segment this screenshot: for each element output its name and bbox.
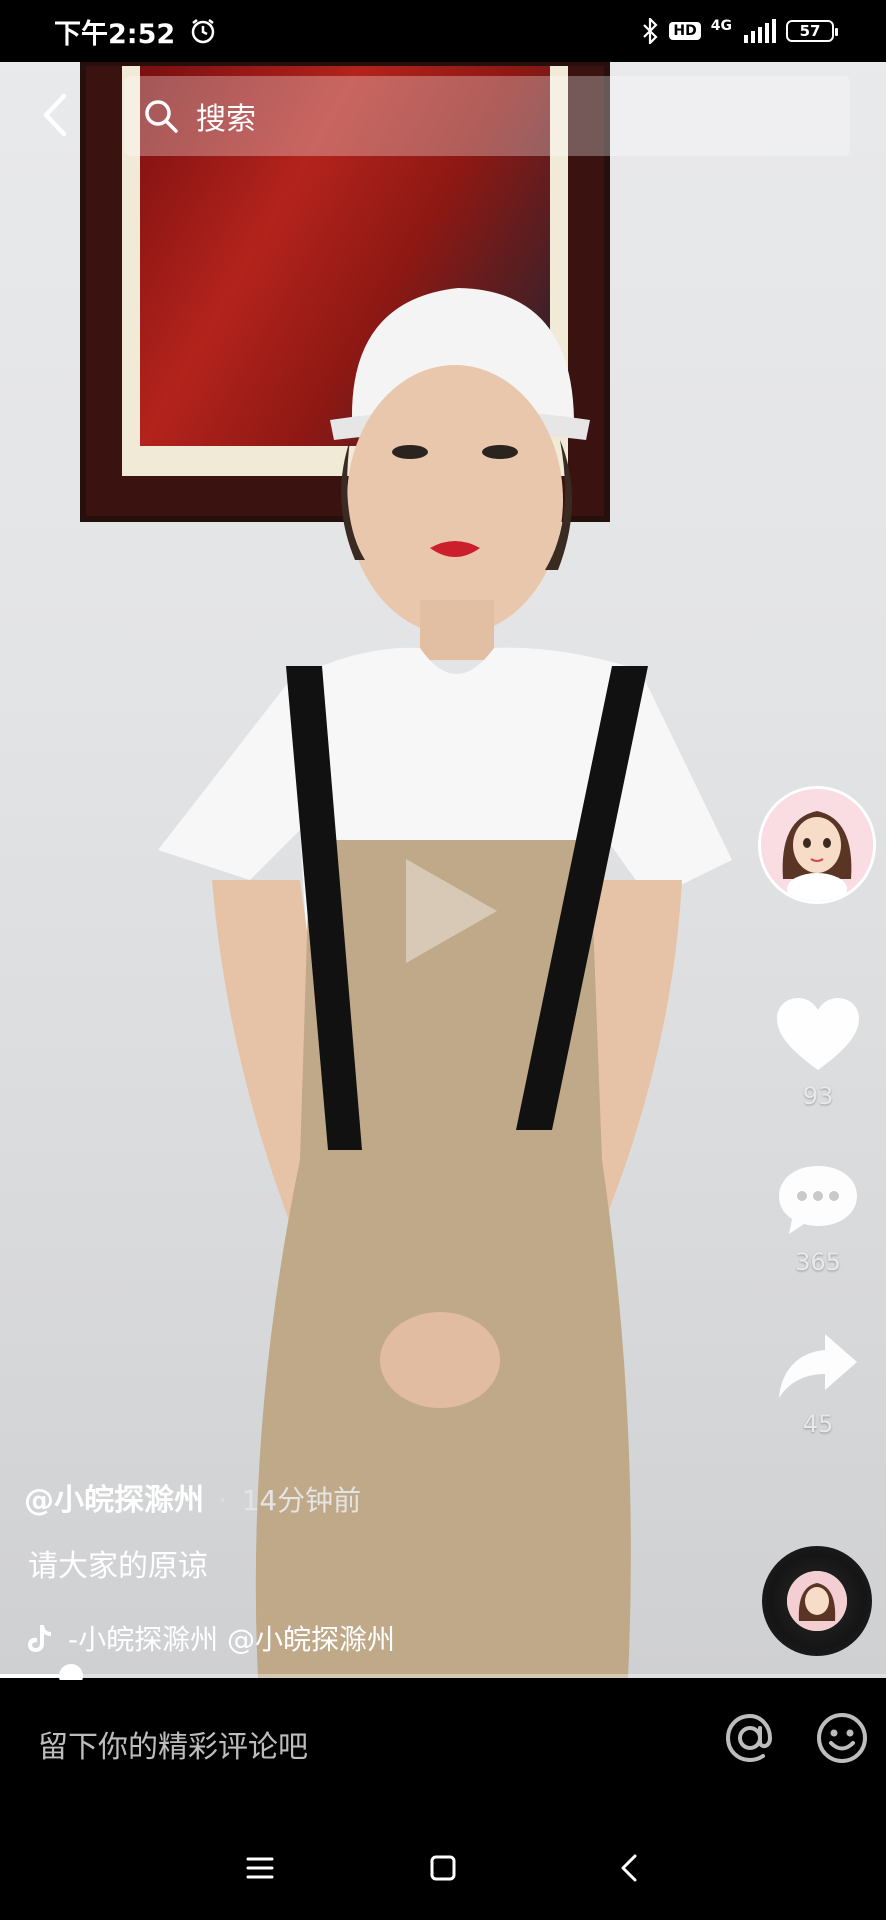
share-button[interactable]: 45: [770, 1332, 866, 1438]
search-placeholder: 搜索: [196, 102, 256, 137]
play-icon[interactable]: [380, 846, 510, 976]
author-avatar[interactable]: [758, 786, 876, 904]
heart-icon: [777, 998, 859, 1070]
music-disc-cover: [787, 1571, 847, 1631]
hd-badge: HD: [669, 22, 701, 40]
video-description: 请大家的原谅: [28, 1549, 208, 1584]
alarm-icon: [191, 19, 215, 44]
mention-icon[interactable]: [722, 1710, 778, 1766]
back-icon[interactable]: [36, 90, 76, 140]
like-button[interactable]: 93: [770, 998, 866, 1110]
music-disc[interactable]: [762, 1546, 872, 1656]
comment-bar: 留下你的精彩评论吧: [0, 1680, 886, 1812]
signal-icon: [744, 19, 776, 43]
share-count: 45: [802, 1410, 834, 1438]
music-title: -小皖探滁州 @小皖探滁州: [68, 1623, 396, 1656]
music-note-icon: [28, 1625, 51, 1652]
comment-icon: [779, 1166, 857, 1234]
status-time: 下午2:52: [54, 18, 176, 50]
status-bar: 下午2:52 HD 4G 57: [0, 0, 886, 62]
home-icon[interactable]: [423, 1848, 463, 1888]
avatar-image: [761, 789, 873, 901]
video-caption: @小皖探滁州 · 14分钟前 请大家的原谅: [24, 1475, 744, 1585]
search-icon: [145, 100, 178, 133]
comment-button[interactable]: 365: [770, 1164, 866, 1276]
menu-icon[interactable]: [240, 1848, 280, 1888]
network-type: 4G: [710, 18, 732, 34]
battery-level: 57: [799, 22, 821, 40]
comment-count: 365: [795, 1248, 841, 1276]
like-count: 93: [802, 1082, 834, 1110]
video-subject: [158, 288, 732, 1678]
caption-separator: ·: [218, 1483, 228, 1518]
author-name[interactable]: @小皖探滁州: [24, 1475, 204, 1519]
music-info[interactable]: -小皖探滁州 @小皖探滁州: [24, 1618, 434, 1658]
video-player[interactable]: [0, 0, 886, 1678]
bluetooth-icon: [643, 18, 658, 44]
share-icon: [779, 1334, 857, 1398]
comment-input[interactable]: 留下你的精彩评论吧: [38, 1722, 308, 1766]
back-nav-icon[interactable]: [610, 1848, 650, 1888]
emoji-icon[interactable]: [814, 1710, 870, 1766]
search-bar[interactable]: 搜索: [124, 76, 850, 156]
battery-icon: 57: [786, 20, 838, 42]
post-time: 14分钟前: [241, 1484, 362, 1517]
video-progress-track[interactable]: [0, 1674, 886, 1678]
system-navigation-bar: [0, 1812, 886, 1920]
